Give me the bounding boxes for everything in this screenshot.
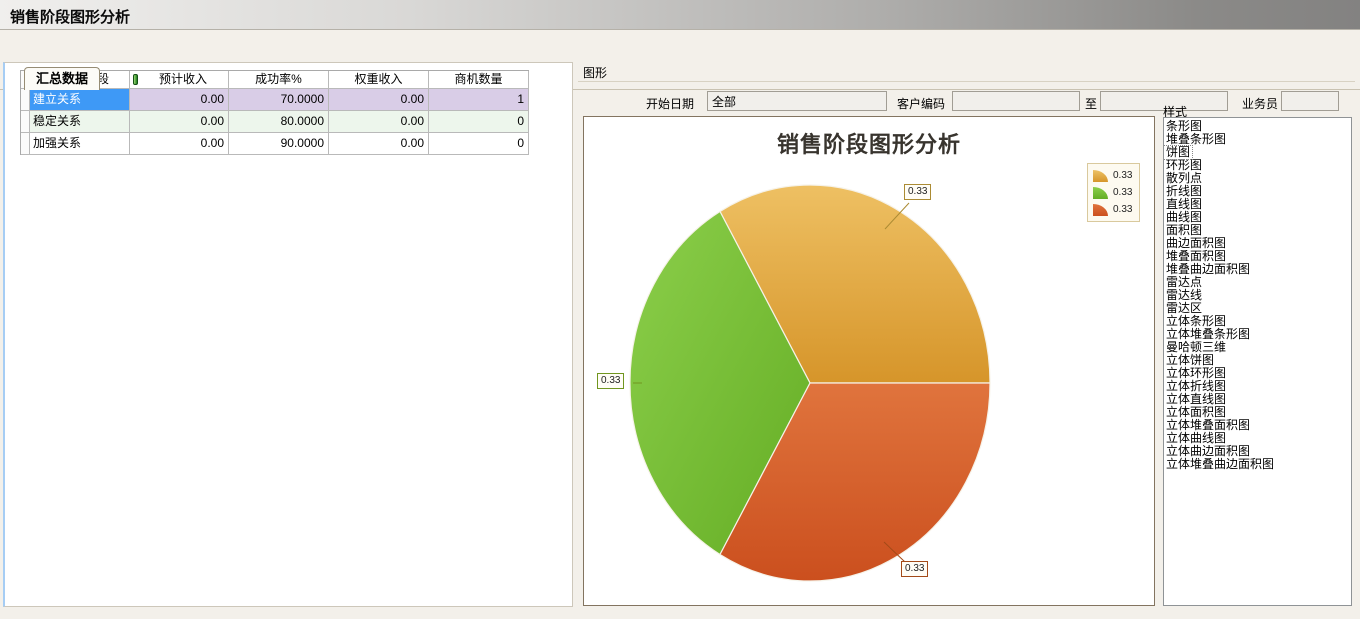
cell-stage[interactable]: 加强关系 [30,133,130,155]
graph-group-divider [578,81,1355,82]
row-selector[interactable] [21,111,30,133]
to-label: 至 [1085,95,1097,112]
column-header-label: 商机数量 [429,71,528,88]
cell-success-rate[interactable]: 90.0000 [229,133,329,155]
cell-weighted-income[interactable]: 0.00 [329,89,429,111]
cell-weighted-income[interactable]: 0.00 [329,111,429,133]
row-selector[interactable] [21,89,30,111]
tab-bar: 汇总数据 [0,30,1360,60]
slice-label-orange: 0.33 [904,184,931,200]
style-option[interactable]: 立体堆叠曲边面积图 [1164,458,1351,471]
slice-label-red: 0.33 [901,561,928,577]
legend-entry: 0.33 [1093,167,1132,184]
salesman-label: 业务员 [1242,95,1278,112]
cell-stage[interactable]: 建立关系 [30,89,130,111]
cell-expected-income[interactable]: 0.00 [130,133,229,155]
start-date-input[interactable] [707,91,887,111]
legend-swatch-green-icon [1093,187,1108,199]
legend-label: 0.33 [1113,170,1132,181]
graph-group-label: 图形 [583,64,607,81]
slice-label-green: 0.33 [597,373,624,389]
salesman-input[interactable] [1281,91,1339,111]
legend-swatch-red-icon [1093,204,1108,216]
column-header-success-rate[interactable]: 成功率% [229,71,329,89]
cell-success-rate[interactable]: 80.0000 [229,111,329,133]
chart-area: 销售阶段图形分析 0.33 0.33 0.33 0.33 [583,116,1155,606]
cell-expected-income[interactable]: 0.00 [130,89,229,111]
chart-legend: 0.33 0.33 0.33 [1087,163,1140,222]
column-header-opportunity-count[interactable]: 商机数量 [429,71,529,89]
legend-entry: 0.33 [1093,184,1132,201]
cell-weighted-income[interactable]: 0.00 [329,133,429,155]
legend-entry: 0.33 [1093,201,1132,218]
tab-summary-data[interactable]: 汇总数据 [24,67,100,90]
page-title: 销售阶段图形分析 [10,6,130,27]
pie-chart [584,117,1154,605]
cell-opportunity-count[interactable]: 0 [429,133,529,155]
cell-expected-income[interactable]: 0.00 [130,111,229,133]
column-header-label: 成功率% [229,71,328,88]
column-header-expected-income[interactable]: 预计收入 [130,71,229,89]
legend-label: 0.33 [1113,187,1132,198]
cell-opportunity-count[interactable]: 1 [429,89,529,111]
start-date-label: 开始日期 [646,95,694,112]
column-header-label: 预计收入 [138,71,228,88]
window-title-bar: 销售阶段图形分析 [0,0,1360,30]
customer-code-label: 客户编码 [897,95,945,112]
column-header-weighted-income[interactable]: 权重收入 [329,71,429,89]
legend-label: 0.33 [1113,204,1132,215]
cell-opportunity-count[interactable]: 0 [429,111,529,133]
style-option[interactable]: 堆叠条形图 [1164,133,1351,146]
legend-swatch-orange-icon [1093,170,1108,182]
column-header-label: 权重收入 [329,71,428,88]
customer-code-input[interactable] [952,91,1080,111]
row-selector[interactable] [21,133,30,155]
cell-success-rate[interactable]: 70.0000 [229,89,329,111]
chart-style-listbox[interactable]: 条形图堆叠条形图饼图环形图散列点折线图直线图曲线图面积图曲边面积图堆叠面积图堆叠… [1163,117,1352,606]
cell-stage[interactable]: 稳定关系 [30,111,130,133]
